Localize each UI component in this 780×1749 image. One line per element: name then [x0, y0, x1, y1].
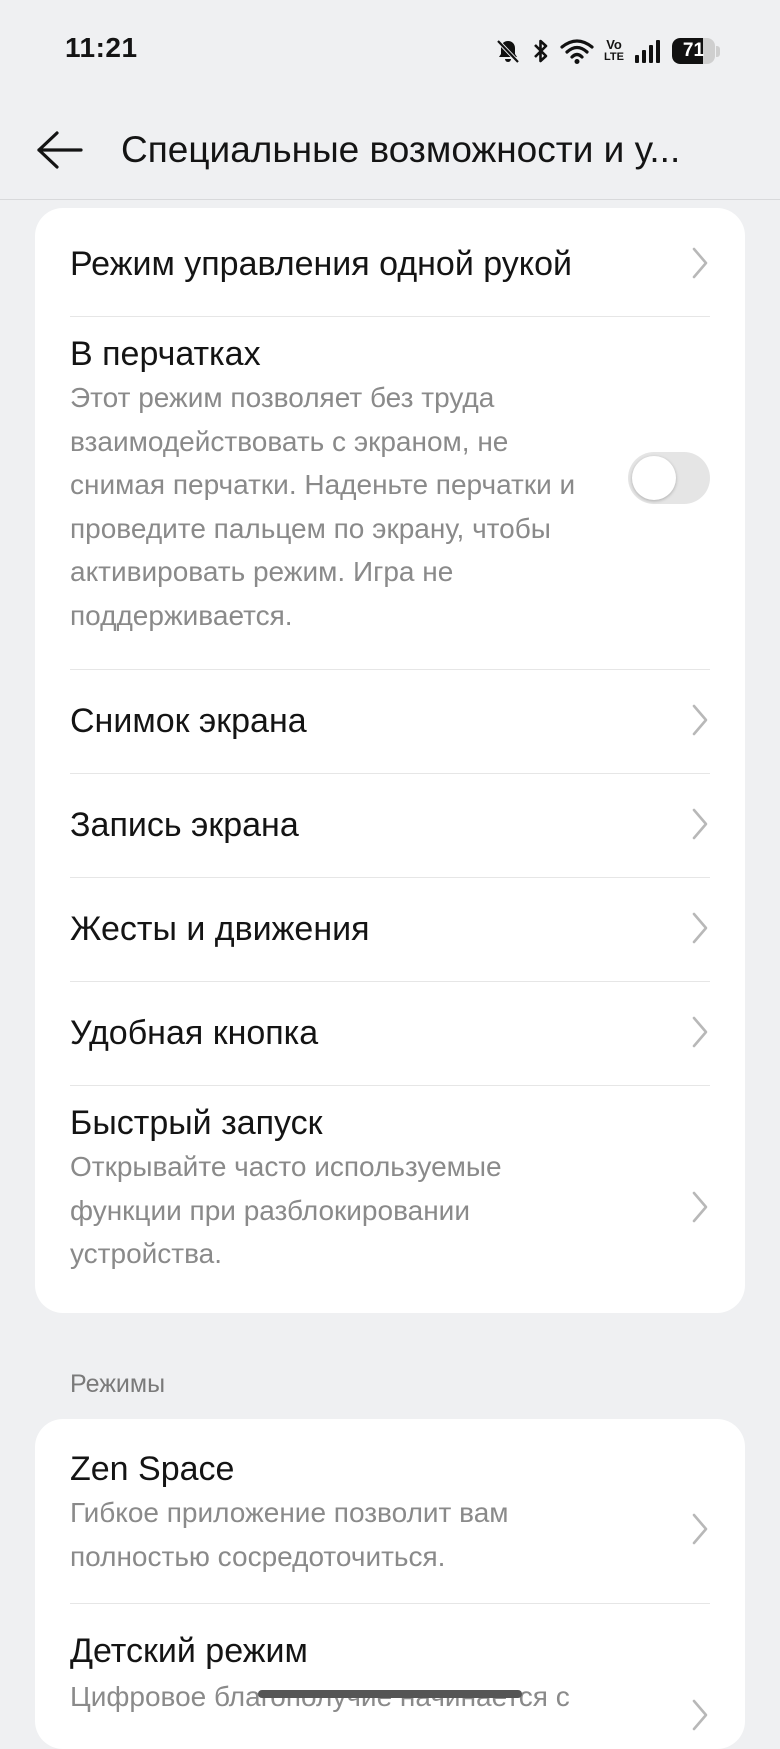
zen-space-item[interactable]: Zen Space Гибкое приложение позволит вам… — [70, 1419, 710, 1604]
chevron-right-icon — [692, 808, 708, 840]
zen-space-title: Zen Space — [70, 1450, 235, 1488]
chevron-right-icon — [692, 1699, 708, 1731]
settings-card-modes: Zen Space Гибкое приложение позволит вам… — [35, 1419, 745, 1749]
chevron-right-icon — [692, 1513, 708, 1545]
quick-launch-title: Быстрый запуск — [70, 1104, 323, 1142]
screenshot-item[interactable]: Снимок экрана — [70, 669, 710, 773]
screen-record-title: Запись экрана — [70, 806, 299, 844]
gloves-mode-item: В перчатках Этот режим позволяет без тру… — [70, 316, 710, 638]
chevron-right-icon — [692, 1016, 708, 1048]
arrow-left-icon — [37, 131, 83, 169]
kids-mode-item[interactable]: Детский режим Цифровое благополучие начи… — [70, 1603, 710, 1749]
battery-level: 71 — [682, 40, 705, 61]
signal-icon — [634, 38, 662, 64]
chevron-right-icon — [692, 247, 708, 279]
status-time: 11:21 — [65, 32, 138, 63]
back-button[interactable] — [30, 120, 90, 180]
zen-space-description: Гибкое приложение позволит вам полностью… — [70, 1497, 509, 1572]
quick-launch-item[interactable]: Быстрый запуск Открывайте часто использу… — [70, 1085, 710, 1313]
home-indicator[interactable] — [258, 1690, 522, 1698]
status-bar: 11:21 Vo LTE 71 — [0, 0, 780, 100]
page-title: Специальные возможности и у... — [121, 129, 681, 170]
volte-bottom-label: LTE — [604, 51, 624, 63]
kids-mode-title: Детский режим — [70, 1632, 308, 1670]
one-hand-mode-item[interactable]: Режим управления одной рукой — [70, 208, 710, 298]
volte-icon: Vo LTE — [604, 37, 624, 63]
screen-record-item[interactable]: Запись экрана — [70, 773, 710, 877]
settings-card-main: Режим управления одной рукой В перчатках… — [35, 208, 745, 1313]
volte-top-label: Vo — [606, 37, 622, 52]
quick-launch-description: Открывайте часто используемые функции пр… — [70, 1151, 502, 1269]
gestures-item[interactable]: Жесты и движения — [70, 877, 710, 981]
gloves-mode-title: В перчатках — [70, 335, 261, 373]
screenshot-title: Снимок экрана — [70, 702, 307, 740]
gestures-title: Жесты и движения — [70, 910, 370, 948]
chevron-right-icon — [692, 1191, 708, 1223]
chevron-right-icon — [692, 912, 708, 944]
app-header: Специальные возможности и у... — [0, 100, 780, 200]
gloves-mode-toggle[interactable] — [628, 452, 710, 504]
battery-icon: 71 — [672, 38, 720, 64]
status-icons: Vo LTE 71 — [494, 34, 720, 68]
section-header-modes: Режимы — [70, 1370, 166, 1398]
toggle-knob — [632, 456, 676, 500]
smart-button-item[interactable]: Удобная кнопка — [70, 981, 710, 1085]
bell-muted-icon — [494, 37, 522, 65]
smart-button-title: Удобная кнопка — [70, 1014, 319, 1052]
gloves-mode-description: Этот режим позволяет без труда взаимодей… — [70, 382, 576, 631]
wifi-icon — [560, 37, 594, 65]
chevron-right-icon — [692, 704, 708, 736]
bluetooth-icon — [532, 37, 550, 65]
one-hand-mode-title: Режим управления одной рукой — [70, 245, 572, 283]
